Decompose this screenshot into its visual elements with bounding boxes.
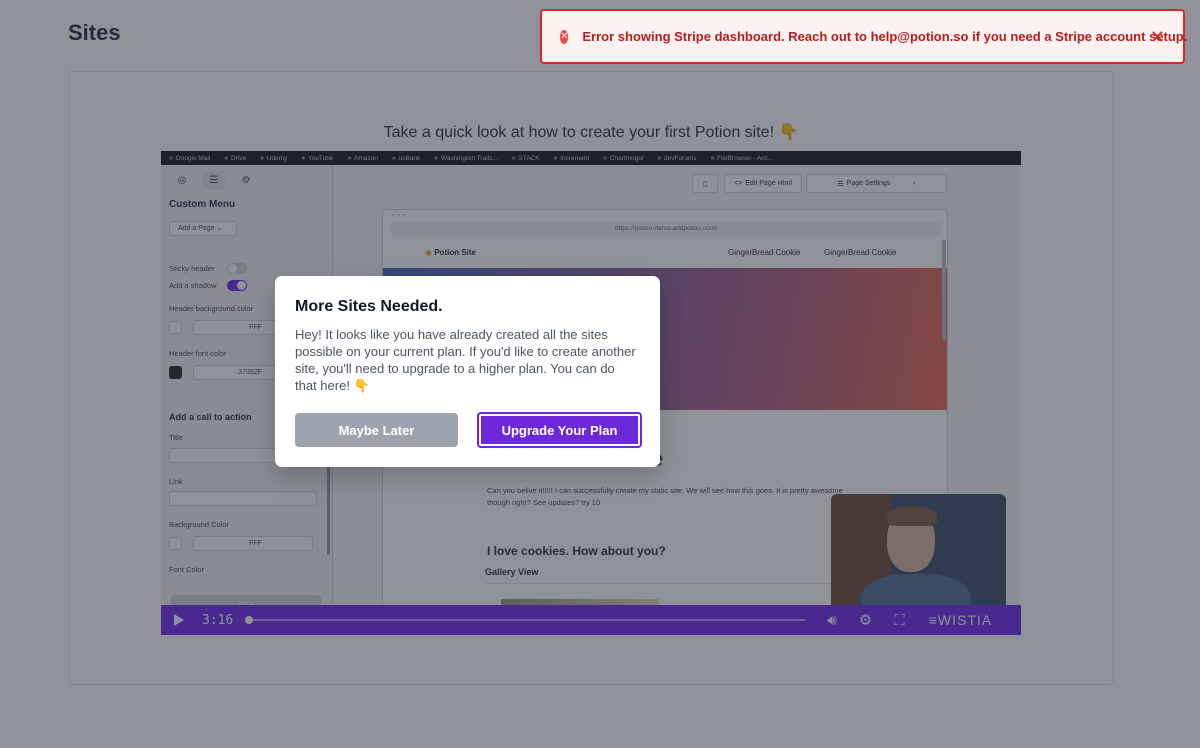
close-icon[interactable]: ✕ [1150,28,1165,46]
upgrade-plan-button[interactable]: Upgrade Your Plan [477,412,642,448]
maybe-later-button[interactable]: Maybe Later [295,413,458,447]
error-circle-icon: ✕ [560,29,569,44]
error-message: Error showing Stripe dashboard. Reach ou… [582,29,1188,44]
error-toast: ✕ Error showing Stripe dashboard. Reach … [540,9,1188,64]
modal-actions: Maybe Later Upgrade Your Plan [295,412,642,448]
modal-body: Hey! It looks like you have already crea… [295,327,636,393]
more-sites-modal: More Sites Needed. Hey! It looks like yo… [275,276,660,467]
modal-title: More Sites Needed. [295,298,443,315]
